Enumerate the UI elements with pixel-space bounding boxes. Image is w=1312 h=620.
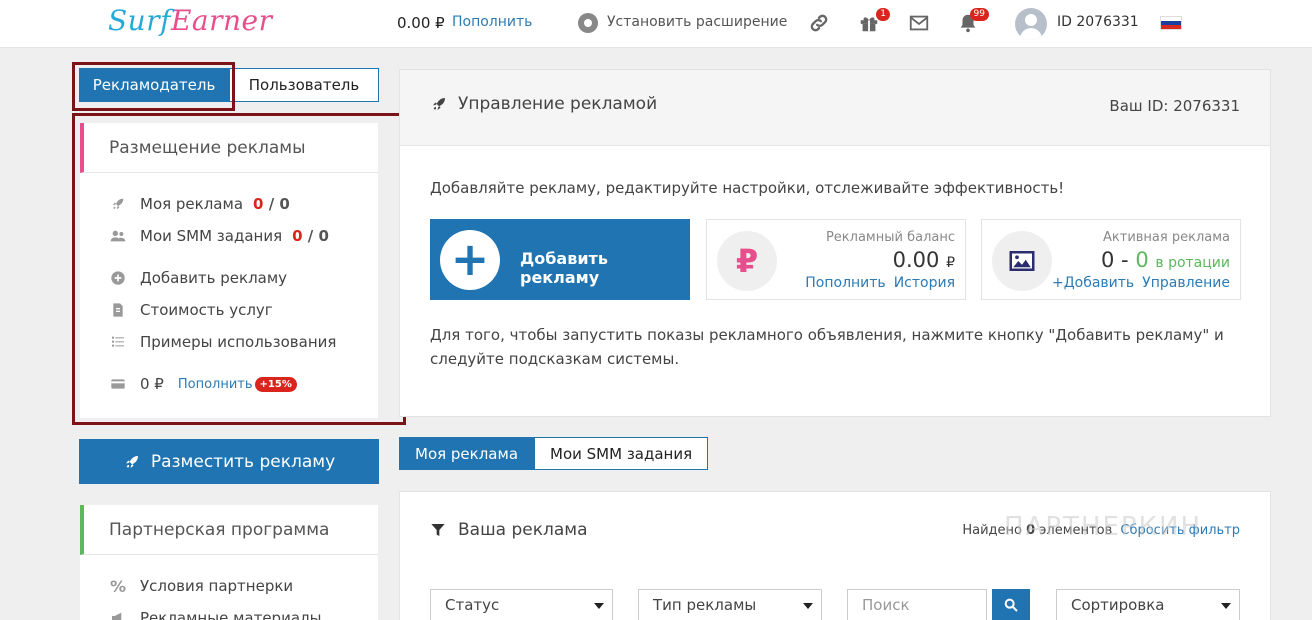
ads-list-panel: Ваша реклама Найдено 0 элементов Сбросит…: [399, 491, 1271, 620]
add-ad-button-label: Добавить рекламу: [520, 249, 608, 287]
top-navbar: SurfEarner 0.00 ₽ Пополнить Установить р…: [0, 0, 1312, 48]
ad-materials-label: Рекламные материалы: [140, 609, 322, 620]
active-ads-title: Активная реклама: [1103, 230, 1230, 245]
ad-management-header: Управление рекламой Ваш ID: 2076331: [400, 70, 1270, 146]
active-ads-manage[interactable]: Управление: [1142, 275, 1230, 291]
ad-balance-history[interactable]: История: [894, 275, 955, 291]
ad-management-hint: Для того, чтобы запустить показы рекламн…: [430, 326, 1224, 368]
tab-user[interactable]: Пользователь: [229, 68, 379, 102]
ads-list-title: Ваша реклама: [430, 520, 588, 540]
bell-badge: 99: [969, 8, 989, 21]
russia-flag-icon[interactable]: [1160, 16, 1182, 30]
gift-icon[interactable]: 1: [858, 8, 890, 34]
header-topup-link[interactable]: Пополнить: [452, 14, 532, 30]
menu-ad-materials[interactable]: Рекламные материалы: [108, 609, 321, 620]
chrome-icon: [578, 13, 598, 33]
ruble-icon: ₽: [717, 231, 777, 291]
search-icon: [1004, 598, 1018, 612]
highlight-frame-panel: [72, 113, 406, 425]
header-balance: 0.00 ₽: [397, 14, 445, 32]
mail-icon[interactable]: [908, 12, 930, 34]
search-button[interactable]: [992, 589, 1030, 620]
user-avatar[interactable]: [1015, 8, 1047, 40]
menu-partner-terms[interactable]: % Условия партнерки: [108, 576, 294, 596]
rocket-icon: [125, 455, 138, 468]
watermark: ПАРТНЕРКИН: [1004, 512, 1203, 542]
megaphone-icon: [108, 609, 128, 620]
site-logo[interactable]: SurfEarner: [108, 4, 272, 37]
ad-balance-card: ₽ Рекламный баланс 0.00 ₽ Пополнить Истор…: [706, 219, 966, 300]
ad-balance-card-title: Рекламный баланс: [825, 230, 955, 245]
link-icon[interactable]: [808, 12, 830, 34]
ad-balance-topup[interactable]: Пополнить: [805, 275, 885, 291]
active-ads-value: 0 - 0 в ротации: [1101, 248, 1230, 272]
highlight-frame-tabs: [72, 62, 235, 111]
ad-management-panel: Управление рекламой Ваш ID: 2076331 Доба…: [399, 69, 1271, 417]
ad-balance-card-value: 0.00 ₽: [892, 248, 955, 272]
ad-type-select[interactable]: Тип рекламы: [638, 589, 822, 620]
partner-panel: Партнерская программа % Условия партнерк…: [80, 505, 378, 620]
partner-panel-title: Партнерская программа: [80, 505, 378, 555]
status-select[interactable]: Статус: [430, 589, 613, 620]
ad-management-title-text: Управление рекламой: [458, 94, 658, 114]
plus-icon: +: [440, 230, 500, 290]
ads-tabs: Моя реклама Мои SMM задания: [399, 437, 709, 470]
sort-select[interactable]: Сортировка: [1056, 589, 1240, 620]
active-ads-add[interactable]: +Добавить: [1052, 275, 1134, 291]
percent-icon: %: [109, 576, 127, 596]
bell-icon[interactable]: 99: [957, 8, 989, 34]
add-ad-button[interactable]: + Добавить рекламу: [430, 219, 690, 300]
place-ad-button[interactable]: Разместить рекламу: [79, 439, 379, 484]
tab-my-ads[interactable]: Моя реклама: [399, 437, 535, 470]
ad-management-title: Управление рекламой: [430, 94, 657, 114]
install-extension-link[interactable]: Установить расширение: [607, 14, 787, 30]
your-id: Ваш ID: 2076331: [1109, 97, 1240, 115]
partner-terms-label: Условия партнерки: [140, 577, 294, 595]
gift-badge: 1: [876, 8, 890, 21]
place-ad-label: Разместить рекламу: [150, 451, 336, 472]
ad-management-description: Добавляйте рекламу, редактируйте настрой…: [430, 179, 1065, 197]
search-input[interactable]: [847, 589, 987, 620]
tab-my-smm[interactable]: Мои SMM задания: [534, 437, 709, 470]
active-ads-card: Активная реклама 0 - 0 в ротации +Добави…: [981, 219, 1241, 300]
rocket-icon: [433, 98, 445, 110]
header-user-id[interactable]: ID 2076331: [1057, 14, 1139, 30]
filter-icon: [431, 524, 445, 536]
